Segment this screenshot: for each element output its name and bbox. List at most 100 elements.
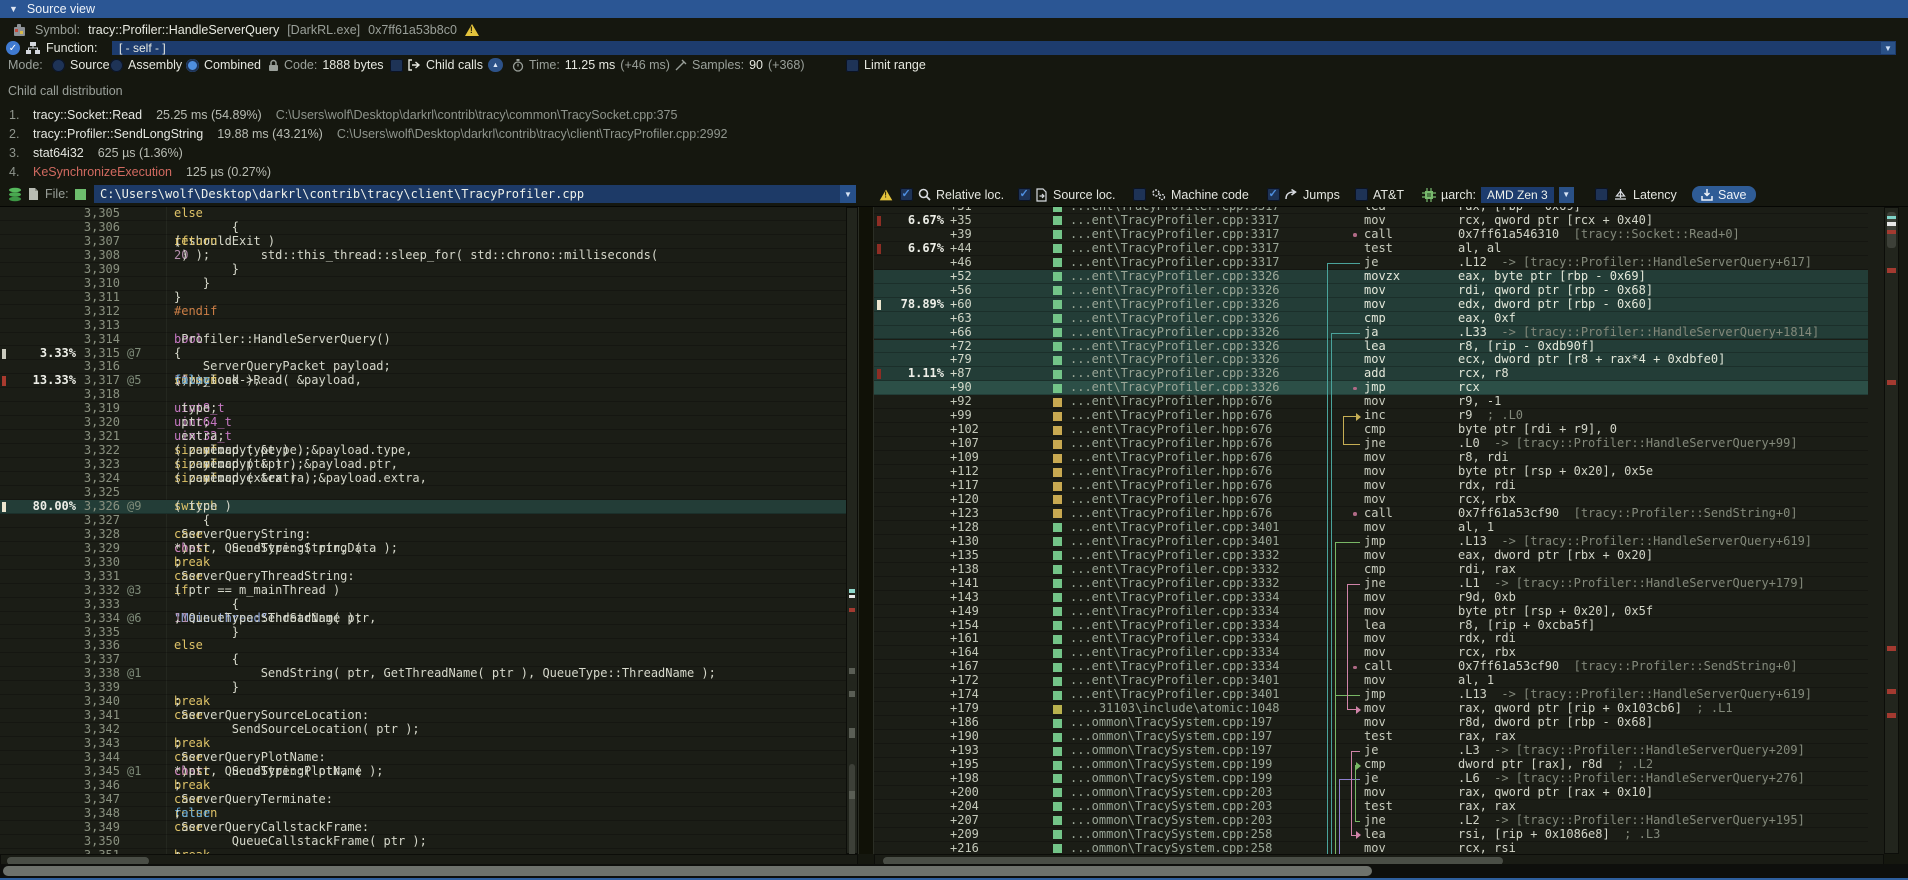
asm-row[interactable]: +149...ent\TracyProfiler.cpp:3334movbyte… [874, 605, 1868, 619]
asm-row[interactable]: +167...ent\TracyProfiler.cpp:3334call0x7… [874, 660, 1868, 674]
asm-row[interactable]: +39...ent\TracyProfiler.cpp:3317call0x7f… [874, 228, 1868, 242]
source-line[interactable]: 3,333 { [0, 598, 846, 612]
asm-row[interactable]: +99...ent\TracyProfiler.hpp:676incr9 ; .… [874, 409, 1868, 423]
machine-code-toggle[interactable]: Machine code [1133, 186, 1249, 203]
latency-toggle[interactable]: Latency [1595, 186, 1677, 203]
asm-row[interactable]: +79...ent\TracyProfiler.cpp:3326movecx, … [874, 353, 1868, 367]
source-line[interactable]: 3.33%3,315@7{ [0, 347, 846, 361]
source-vertical-scrollbar[interactable] [846, 207, 858, 854]
source-pane[interactable]: 3,305 else3,306 {3,307 if( shouldExit ) … [0, 207, 858, 854]
source-line[interactable]: 3,342 SendSourceLocation( ptr ); [0, 723, 846, 737]
asm-row[interactable]: +174...ent\TracyProfiler.cpp:3401jmp.L13… [874, 688, 1868, 702]
source-line[interactable]: 13.33%3,317@5 if( !m_sock->Read( &payloa… [0, 374, 846, 388]
source-line[interactable]: 3,316 ServerQueryPacket payload; [0, 360, 846, 374]
relative-loc-checkbox[interactable] [900, 188, 913, 201]
source-line[interactable]: 3,319 uint8_t type; [0, 402, 846, 416]
asm-row[interactable]: +190...ommon\TracySystem.cpp:197testrax,… [874, 730, 1868, 744]
asm-row[interactable]: +161...ent\TracyProfiler.cpp:3334movrdx,… [874, 632, 1868, 646]
assembly-vertical-scrollbar[interactable] [1884, 207, 1899, 854]
source-line[interactable]: 3,344 case ServerQueryPlotName: [0, 751, 846, 765]
source-line[interactable]: 3,346 break; [0, 779, 846, 793]
asm-row[interactable]: +107...ent\TracyProfiler.hpp:676jne.L0 -… [874, 437, 1868, 451]
asm-row[interactable]: 78.89%+60...ent\TracyProfiler.cpp:3326mo… [874, 298, 1868, 312]
source-line[interactable]: 3,310 } [0, 277, 846, 291]
source-line[interactable]: 3,332@3 if( ptr == m_mainThread ) [0, 584, 846, 598]
radio-icon[interactable] [110, 59, 123, 72]
source-loc-toggle[interactable]: Source loc. [1018, 186, 1116, 203]
asm-row[interactable]: +102...ent\TracyProfiler.hpp:676cmpbyte … [874, 423, 1868, 437]
child-calls-up-button[interactable]: ▲ [488, 58, 503, 72]
asm-row[interactable]: +56...ent\TracyProfiler.cpp:3326movrdi, … [874, 284, 1868, 298]
source-line[interactable]: 3,311} [0, 291, 846, 305]
source-loc-checkbox[interactable] [1018, 188, 1031, 201]
machine-code-checkbox[interactable] [1133, 188, 1146, 201]
asm-row[interactable]: +123...ent\TracyProfiler.hpp:676call0x7f… [874, 507, 1868, 521]
chevron-down-icon[interactable]: ▼ [840, 185, 856, 203]
asm-row[interactable]: +200...ommon\TracySystem.cpp:203movrax, … [874, 786, 1868, 800]
function-enabled-checkbox[interactable]: ✓ [6, 41, 20, 55]
asm-row[interactable]: +143...ent\TracyProfiler.cpp:3334movr9d,… [874, 591, 1868, 605]
source-line[interactable]: 3,314bool Profiler::HandleServerQuery() [0, 333, 846, 347]
scrollbar-grip[interactable] [849, 764, 855, 854]
att-toggle[interactable]: AT&T [1355, 186, 1404, 203]
source-line[interactable]: 3,338@1 SendString( ptr, GetThreadName( … [0, 667, 846, 681]
source-line[interactable]: 3,323 memcpy( &ptr, &payload.ptr, sizeof… [0, 458, 846, 472]
asm-row[interactable]: 1.11%+87...ent\TracyProfiler.cpp:3326add… [874, 367, 1868, 381]
collapse-icon[interactable]: ▼ [9, 4, 18, 14]
asm-row[interactable]: +112...ent\TracyProfiler.hpp:676movbyte … [874, 465, 1868, 479]
limit-range-toggle[interactable]: Limit range [846, 56, 926, 74]
source-line[interactable]: 3,348 return false; [0, 807, 846, 821]
title-bar[interactable]: ▼ Source view [0, 0, 1908, 18]
asm-row[interactable]: +164...ent\TracyProfiler.cpp:3334movrcx,… [874, 646, 1868, 660]
source-line[interactable]: 3,325 [0, 486, 846, 500]
source-line[interactable]: 3,313 [0, 319, 846, 333]
source-line[interactable]: 3,307 if( shouldExit ) return; [0, 235, 846, 249]
asm-row[interactable]: +46...ent\TracyProfiler.cpp:3317je.L12 -… [874, 256, 1868, 270]
source-line[interactable]: 3,334@6 SendString( ptr, "Main thread", … [0, 612, 846, 626]
source-line[interactable]: 3,308 std::this_thread::sleep_for( std::… [0, 249, 846, 263]
asm-row[interactable]: +130...ent\TracyProfiler.cpp:3401jmp.L13… [874, 535, 1868, 549]
asm-row[interactable]: +172...ent\TracyProfiler.cpp:3401moval, … [874, 674, 1868, 688]
asm-row[interactable]: +216...ommon\TracySystem.cpp:258movrcx, … [874, 842, 1868, 854]
assembly-pane[interactable]: +31...ent\TracyProfiler.cpp:3317leardx, … [874, 207, 1884, 854]
child-calls-checkbox[interactable] [390, 59, 403, 72]
source-line[interactable]: 3,345@1 SendString( ptr, (const char*)pt… [0, 765, 846, 779]
source-line[interactable]: 3,341 case ServerQuerySourceLocation: [0, 709, 846, 723]
jumps-checkbox[interactable] [1267, 188, 1280, 201]
asm-row[interactable]: +90...ent\TracyProfiler.cpp:3326jmprcx [874, 381, 1868, 395]
jumps-toggle[interactable]: Jumps [1267, 186, 1340, 203]
relative-loc-toggle[interactable]: Relative loc. [900, 186, 1004, 203]
source-line[interactable]: 3,328 case ServerQueryString: [0, 528, 846, 542]
latency-checkbox[interactable] [1595, 188, 1608, 201]
source-line[interactable]: 3,347 case ServerQueryTerminate: [0, 793, 846, 807]
mode-radio-combined[interactable]: Combined [186, 56, 261, 74]
asm-row[interactable]: 6.67%+44...ent\TracyProfiler.cpp:3317tes… [874, 242, 1868, 256]
child-call-entry[interactable]: 1.tracy::Socket::Read25.25 ms (54.89%)C:… [0, 106, 1908, 123]
asm-row[interactable]: +63...ent\TracyProfiler.cpp:3326cmpeax, … [874, 312, 1868, 326]
source-line[interactable]: 3,306 { [0, 221, 846, 235]
chevron-down-icon[interactable]: ▼ [1881, 42, 1895, 54]
source-line[interactable]: 3,331 case ServerQueryThreadString: [0, 570, 846, 584]
asm-row[interactable]: +128...ent\TracyProfiler.cpp:3401moval, … [874, 521, 1868, 535]
child-calls-toggle[interactable]: Child calls ▲ [390, 56, 503, 74]
asm-row[interactable]: +52...ent\TracyProfiler.cpp:3326movzxeax… [874, 270, 1868, 284]
asm-row[interactable]: +186...ommon\TracySystem.cpp:197movr8d, … [874, 716, 1868, 730]
asm-row[interactable]: +154...ent\TracyProfiler.cpp:3334lear8, … [874, 619, 1868, 633]
file-select[interactable]: C:\Users\wolf\Desktop\darkrl\contrib\tra… [94, 185, 846, 203]
radio-selected-icon[interactable] [186, 59, 199, 72]
source-line[interactable]: 3,309 } [0, 263, 846, 277]
source-line[interactable]: 3,312#endif [0, 305, 846, 319]
source-line[interactable]: 3,339 } [0, 681, 846, 695]
source-line[interactable]: 3,330 break; [0, 556, 846, 570]
asm-row[interactable]: +204...ommon\TracySystem.cpp:203testrax,… [874, 800, 1868, 814]
uarch-select[interactable]: AMD Zen 3 [1481, 187, 1554, 203]
asm-row[interactable]: +179....31103\include\atomic:1048movrax,… [874, 702, 1868, 716]
source-line[interactable]: 80.00%3,326@9 switch( type ) [0, 500, 846, 514]
source-line[interactable]: 3,318 [0, 388, 846, 402]
scrollbar-grip[interactable] [3, 866, 1372, 876]
asm-row[interactable]: +193...ommon\TracySystem.cpp:197je.L3 ->… [874, 744, 1868, 758]
source-line[interactable]: 3,321 uint32_t extra; [0, 430, 846, 444]
source-line[interactable]: 3,340 break; [0, 695, 846, 709]
function-select[interactable]: [ - self - ] ▼ [112, 41, 1896, 55]
source-line[interactable]: 3,327 { [0, 514, 846, 528]
